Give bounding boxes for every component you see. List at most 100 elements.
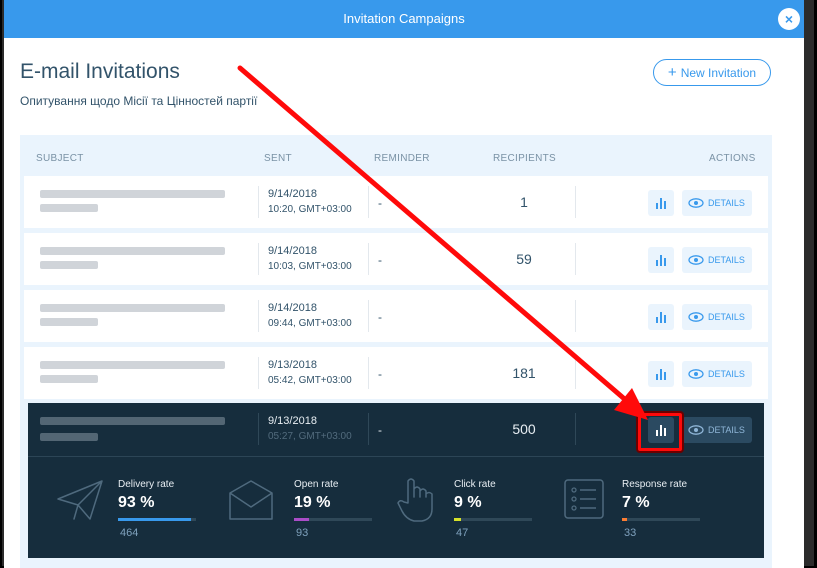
details-label: DETAILS xyxy=(708,425,745,435)
stat-count: 93 xyxy=(296,527,309,539)
invitation-campaigns-modal: Invitation Campaigns × E-mail Invitation… xyxy=(4,0,804,568)
subject-redacted xyxy=(40,361,225,369)
eye-icon xyxy=(688,369,704,379)
eye-icon xyxy=(688,312,704,322)
stats-button[interactable] xyxy=(648,190,674,216)
stat-value: 9 % xyxy=(454,494,482,511)
bar-chart-icon xyxy=(656,198,666,209)
page-subtitle: Опитування щодо Місії та Цінностей парті… xyxy=(20,94,258,108)
subject-redacted xyxy=(40,318,98,326)
bar-chart-icon xyxy=(656,255,666,266)
details-label: DETAILS xyxy=(708,198,745,208)
stat-value: 7 % xyxy=(622,494,650,511)
column-header-sent: SENT xyxy=(264,153,292,164)
details-label: DETAILS xyxy=(708,312,745,322)
reminder-value: - xyxy=(378,253,382,267)
stat-bar xyxy=(118,518,196,521)
subject-redacted xyxy=(40,261,98,269)
table-row[interactable]: 9/14/2018 10:20, GMT+03:00 - 1 DETAILS xyxy=(24,176,768,228)
plus-icon: + xyxy=(667,64,677,81)
stat-bar-fill xyxy=(454,518,462,521)
details-button[interactable]: DETAILS xyxy=(682,190,752,216)
stat-label: Click rate xyxy=(454,479,496,490)
envelope-icon xyxy=(229,480,273,520)
page-title: E-mail Invitations xyxy=(20,60,180,83)
stat-bar-fill xyxy=(294,518,309,521)
sent-time: 10:03, GMT+03:00 xyxy=(268,261,352,272)
table-row[interactable]: 9/14/2018 09:44, GMT+03:00 - DETAILS xyxy=(24,290,768,342)
stat-delivery-rate: Delivery rate 93 % 464 xyxy=(56,457,226,559)
subject-redacted xyxy=(40,433,98,441)
close-button[interactable]: × xyxy=(778,8,800,30)
stat-bar-fill xyxy=(118,518,191,521)
subject-redacted xyxy=(40,417,225,425)
stat-value: 19 % xyxy=(294,494,331,511)
stat-label: Delivery rate xyxy=(118,479,175,490)
stat-value: 93 % xyxy=(118,494,155,511)
reminder-value: - xyxy=(378,423,382,437)
subject-redacted xyxy=(40,375,98,383)
stat-open-rate: Open rate 19 % 93 xyxy=(228,457,388,559)
details-label: DETAILS xyxy=(708,255,745,265)
details-button[interactable]: DETAILS xyxy=(682,417,752,443)
reminder-value: - xyxy=(378,310,382,324)
stat-count: 47 xyxy=(456,527,469,539)
sent-time: 09:44, GMT+03:00 xyxy=(268,318,352,329)
column-header-recipients: RECIPIENTS xyxy=(493,153,557,164)
sent-time: 10:20, GMT+03:00 xyxy=(268,204,352,215)
stat-label: Open rate xyxy=(294,479,339,490)
annotation-highlight-box xyxy=(638,413,682,451)
new-invitation-label: New Invitation xyxy=(680,66,757,80)
sent-date: 9/14/2018 xyxy=(268,188,317,200)
scrollbar[interactable] xyxy=(806,0,814,566)
stat-count: 464 xyxy=(120,527,139,539)
stat-label: Response rate xyxy=(622,479,688,490)
stats-button[interactable] xyxy=(648,247,674,273)
sent-date: 9/14/2018 xyxy=(268,302,317,314)
stat-bar xyxy=(294,518,372,521)
sent-time: 05:42, GMT+03:00 xyxy=(268,375,352,386)
stat-response-rate: Response rate 7 % 33 xyxy=(564,457,754,559)
stat-bar xyxy=(622,518,700,521)
sent-time: 05:27, GMT+03:00 xyxy=(268,431,352,442)
stats-button[interactable] xyxy=(648,304,674,330)
recipients-count: 181 xyxy=(512,365,536,381)
subject-redacted xyxy=(40,304,225,312)
reminder-value: - xyxy=(378,196,382,210)
stats-button[interactable] xyxy=(648,361,674,387)
column-header-reminder: REMINDER xyxy=(374,153,430,164)
eye-icon xyxy=(688,425,704,435)
sent-date: 9/14/2018 xyxy=(268,245,317,257)
recipients-count: 1 xyxy=(520,194,528,210)
details-label: DETAILS xyxy=(708,369,745,379)
stat-bar-fill xyxy=(622,518,628,521)
modal-title: Invitation Campaigns xyxy=(4,0,804,38)
eye-icon xyxy=(688,255,704,265)
invitations-table: SUBJECT SENT REMINDER RECIPIENTS ACTIONS… xyxy=(20,135,772,568)
campaign-stats-panel: Delivery rate 93 % 464 Open rate 19 % 93… xyxy=(28,456,764,558)
paper-plane-icon xyxy=(57,480,103,520)
subject-redacted xyxy=(40,190,225,198)
pointer-hand-icon xyxy=(397,478,433,522)
details-button[interactable]: DETAILS xyxy=(682,361,752,387)
column-header-actions: ACTIONS xyxy=(709,153,756,164)
column-header-subject: SUBJECT xyxy=(36,153,84,164)
subject-redacted xyxy=(40,247,225,255)
new-invitation-button[interactable]: + New Invitation xyxy=(653,59,771,86)
stat-bar xyxy=(454,518,532,521)
table-row[interactable]: 9/14/2018 10:03, GMT+03:00 - 59 DETAILS xyxy=(24,233,768,285)
recipients-count: 59 xyxy=(516,251,532,267)
recipients-count: 500 xyxy=(512,421,536,437)
subject-redacted xyxy=(40,204,98,212)
sent-date: 9/13/2018 xyxy=(268,359,317,371)
stat-click-rate: Click rate 9 % 47 xyxy=(394,457,554,559)
details-button[interactable]: DETAILS xyxy=(682,247,752,273)
details-button[interactable]: DETAILS xyxy=(682,304,752,330)
bar-chart-icon xyxy=(656,369,666,380)
table-row[interactable]: 9/13/2018 05:42, GMT+03:00 - 181 DETAILS xyxy=(24,347,768,399)
stat-count: 33 xyxy=(624,527,637,539)
list-icon xyxy=(564,479,604,519)
sent-date: 9/13/2018 xyxy=(268,415,317,427)
eye-icon xyxy=(688,198,704,208)
bar-chart-icon xyxy=(656,312,666,323)
